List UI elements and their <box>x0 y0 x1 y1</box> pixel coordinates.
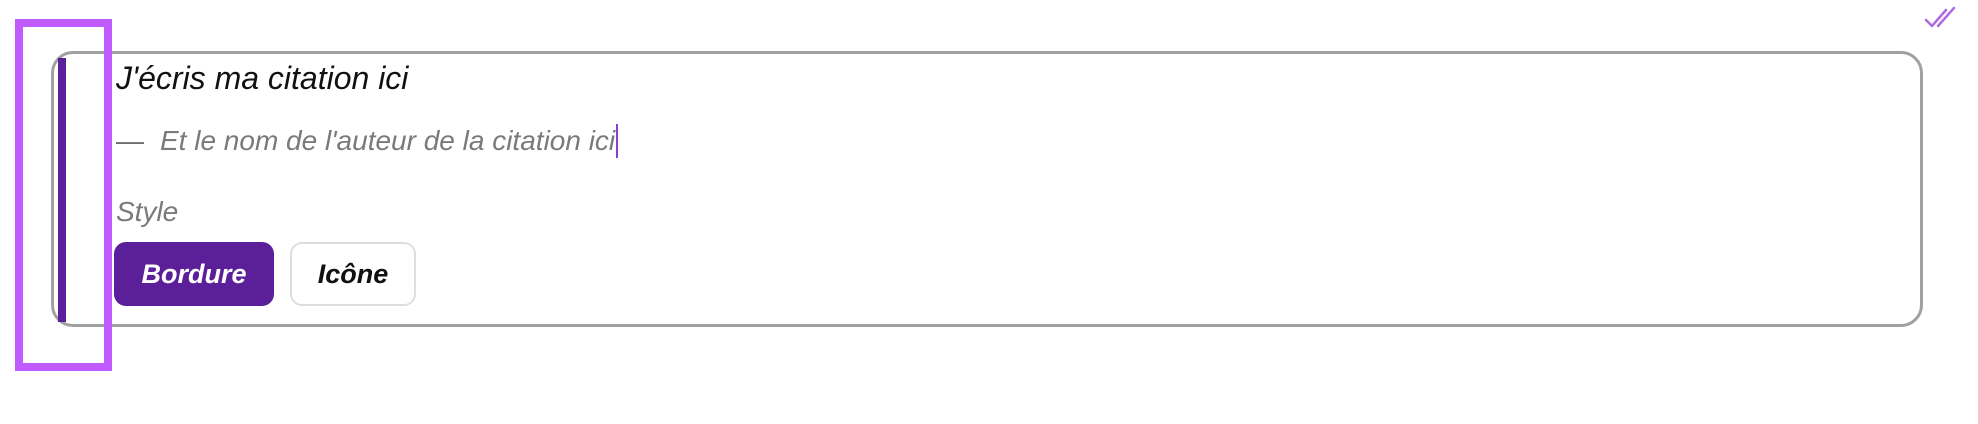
author-field[interactable]: — Et le nom de l'auteur de la citation i… <box>116 124 619 158</box>
quote-text[interactable]: J'écris ma citation ici <box>116 60 408 97</box>
author-dash: — <box>116 125 144 156</box>
double-check-icon <box>1924 6 1956 28</box>
selection-outline <box>15 19 112 371</box>
style-label: Style <box>116 196 179 227</box>
author-placeholder: Et le nom de l'auteur de la citation ici <box>160 125 616 156</box>
text-cursor <box>616 124 619 158</box>
quote-editor-page: J'écris ma citation ici — Et le nom de l… <box>0 0 1978 424</box>
style-border-button[interactable]: Bordure <box>114 242 274 306</box>
style-icon-button[interactable]: Icône <box>290 242 416 306</box>
